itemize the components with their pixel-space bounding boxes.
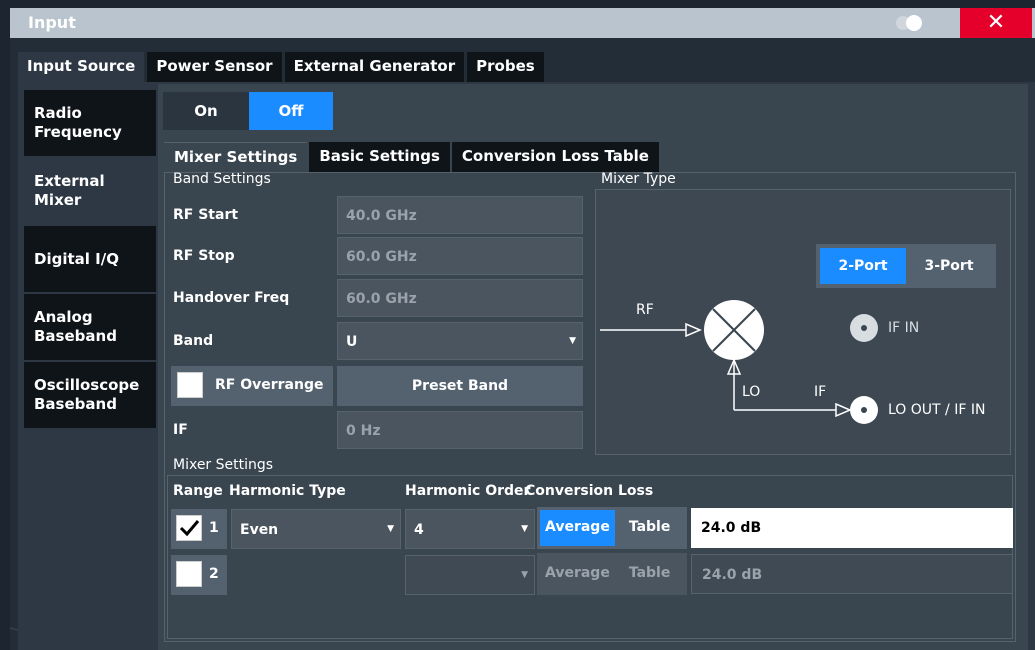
mixer-settings-label: Mixer Settings [173,457,274,473]
sub-tab-bar: Mixer Settings Basic Settings Conversion… [164,142,659,172]
side-tab-external-mixer[interactable]: External Mixer [24,158,156,224]
range-2-toggle[interactable]: 2 [171,555,227,595]
mixer-type-frame: 2-Port 3-Port RF LO IF IF IN LO OUT / IF… [595,189,1011,455]
input-dialog: Input Source Power Sensor External Gener… [10,38,1035,650]
input-source-content: Radio Frequency External Mixer Digital I… [18,82,1035,650]
lo-port-label: LO [742,384,761,400]
side-tab-oscilloscope-baseband[interactable]: Oscilloscope Baseband [24,362,156,428]
state-toggle: On Off [163,92,333,130]
chevron-down-icon: ▼ [521,524,528,534]
chevron-down-icon: ▼ [387,524,394,534]
table-button-2[interactable]: Table [615,556,685,592]
if-field[interactable]: 0 Hz [337,411,583,449]
harmonic-order-dropdown-1[interactable]: 4 ▼ [405,509,535,549]
tab-input-source[interactable]: Input Source [18,52,145,82]
chevron-down-icon: ▼ [569,336,576,346]
rf-overrange-checkbox[interactable] [177,372,203,398]
side-tab-bar: Radio Frequency External Mixer Digital I… [24,90,156,430]
tab-mixer-settings[interactable]: Mixer Settings [164,142,308,172]
range-1-checkbox[interactable] [176,515,202,541]
port-2-button[interactable]: 2-Port [820,248,906,284]
side-tab-digital-iq[interactable]: Digital I/Q [24,226,156,292]
on-button[interactable]: On [163,92,249,130]
port-selector: 2-Port 3-Port [816,244,996,288]
rf-start-label: RF Start [173,207,239,223]
window-title: Input [28,13,76,32]
preset-band-button[interactable]: Preset Band [337,366,583,406]
average-button-2[interactable]: Average [540,556,615,592]
tab-probes[interactable]: Probes [467,52,544,82]
band-label: Band [173,333,214,349]
harmonic-type-dropdown-1[interactable]: Even ▼ [231,509,401,549]
if-label: IF [173,422,188,438]
average-button-1[interactable]: Average [540,510,615,546]
mixer-settings-page: Band Settings RF Start 40.0 GHz RF Stop … [164,171,1016,642]
if-in-label: IF IN [888,320,920,336]
rf-stop-field[interactable]: 60.0 GHz [337,237,583,275]
lo-out-if-in-label: LO OUT / IF IN [888,402,986,418]
check-icon [179,520,200,537]
rf-stop-label: RF Stop [173,248,235,264]
rf-overrange-label: RF Overrange [215,377,324,393]
harmonic-order-header: Harmonic Order [405,483,531,499]
loss-mode-selector-1: Average Table [537,507,688,549]
loss-mode-selector-2: Average Table [537,553,688,595]
port-3-button[interactable]: 3-Port [906,248,992,284]
handover-freq-field[interactable]: 60.0 GHz [337,279,583,317]
rf-start-field[interactable]: 40.0 GHz [337,196,583,234]
range-header: Range [173,483,223,499]
side-tab-analog-baseband[interactable]: Analog Baseband [24,294,156,360]
band-dropdown[interactable]: U ▼ [337,322,583,360]
harmonic-type-value-1: Even [240,522,279,538]
top-tab-bar: Input Source Power Sensor External Gener… [18,52,544,82]
table-button-1[interactable]: Table [615,510,685,546]
band-value: U [346,334,358,350]
conversion-loss-field-1[interactable]: 24.0 dB [691,508,1013,548]
mixer-type-label: Mixer Type [601,171,676,187]
conversion-loss-field-2[interactable]: 24.0 dB [691,554,1013,594]
harmonic-type-header: Harmonic Type [229,483,346,499]
side-tab-radio-frequency[interactable]: Radio Frequency [24,90,156,156]
tab-external-generator[interactable]: External Generator [284,52,465,82]
toggle-icon[interactable] [892,14,926,32]
tab-conversion-loss-table[interactable]: Conversion Loss Table [451,142,659,172]
close-button[interactable]: ✕ [960,8,1032,38]
tab-basic-settings[interactable]: Basic Settings [309,142,450,172]
tab-power-sensor[interactable]: Power Sensor [147,52,282,82]
range-2-number: 2 [209,566,219,582]
if-port-label: IF [814,384,827,400]
off-button[interactable]: Off [249,92,333,130]
close-icon: ✕ [986,10,1006,35]
rf-overrange-control[interactable]: RF Overrange [171,366,333,406]
band-settings-label: Band Settings [173,171,271,187]
external-mixer-panel: On Off Mixer Settings Basic Settings Con… [158,84,1028,650]
title-bar: Input ✕ [10,8,1035,38]
range-2-checkbox[interactable] [176,561,202,587]
harmonic-order-value-1: 4 [414,522,424,538]
range-1-number: 1 [209,520,219,536]
chevron-down-icon: ▼ [521,570,528,580]
conversion-loss-header: Conversion Loss [525,483,654,499]
range-1-toggle[interactable]: 1 [171,509,227,549]
mixer-diagram [600,300,878,424]
handover-freq-label: Handover Freq [173,290,290,306]
rf-port-label: RF [636,302,654,318]
harmonic-order-dropdown-2[interactable]: ▼ [405,555,535,595]
